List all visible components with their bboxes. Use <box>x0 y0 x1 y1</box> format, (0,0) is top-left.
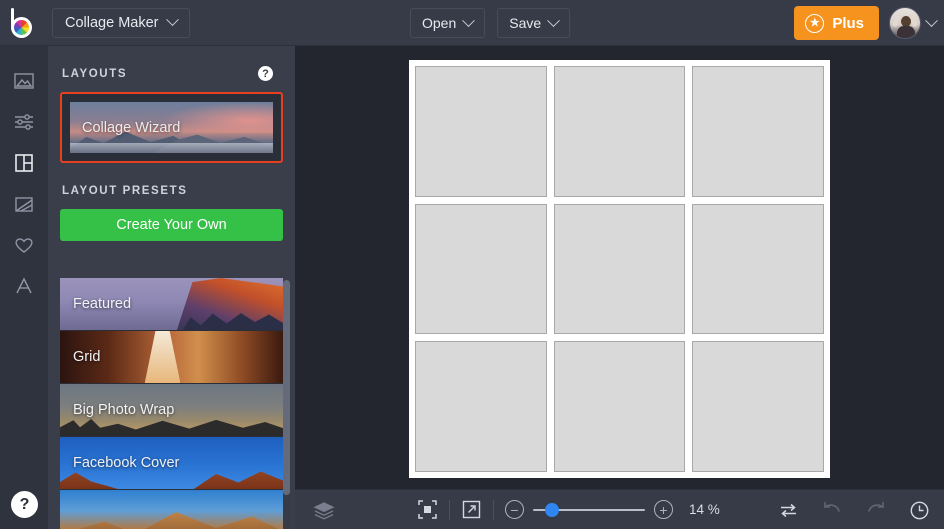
list-item[interactable]: Big Photo Wrap <box>60 384 283 437</box>
zoom-in-button[interactable]: + <box>654 500 673 519</box>
account-group: ★ Plus <box>794 0 936 46</box>
rail-item-text[interactable] <box>0 265 48 306</box>
history-button[interactable] <box>909 500 930 521</box>
help-question-icon[interactable]: ? <box>258 66 273 81</box>
help-button[interactable]: ? <box>11 491 38 518</box>
list-item[interactable]: Facebook Cover <box>60 437 283 490</box>
layouts-panel: LAYOUTS ? Collage Wizard LAYOUT PRESETS … <box>48 46 295 529</box>
app-logo[interactable] <box>0 0 46 46</box>
star-circle-icon: ★ <box>805 14 824 33</box>
fit-to-screen-button[interactable] <box>417 499 438 520</box>
create-your-own-wrap: Create Your Own <box>48 199 295 241</box>
chevron-down-icon <box>925 14 938 27</box>
open-button[interactable]: Open <box>410 8 485 38</box>
history-controls <box>778 490 930 529</box>
photo-cell[interactable] <box>554 66 686 197</box>
create-your-own-button[interactable]: Create Your Own <box>60 209 283 241</box>
photo-cell[interactable] <box>415 341 547 472</box>
preset-label: Grid <box>60 349 100 365</box>
photo-cell[interactable] <box>554 204 686 335</box>
preset-label: Featured <box>60 296 131 312</box>
panel-scrollbar-thumb[interactable] <box>283 280 290 495</box>
divider <box>449 500 450 520</box>
list-item[interactable]: Featured <box>60 278 283 331</box>
befunky-logo-icon <box>8 8 38 38</box>
rail-item-edit[interactable] <box>0 101 48 142</box>
zoom-slider-handle[interactable] <box>545 503 559 517</box>
top-bar: Collage Maker Open Save ★ Plus <box>0 0 944 46</box>
layers-button[interactable] <box>313 500 335 520</box>
collage-canvas[interactable] <box>409 60 830 478</box>
plus-label: Plus <box>832 15 864 32</box>
app-title-label: Collage Maker <box>65 15 159 31</box>
swap-button[interactable] <box>778 501 799 520</box>
zoom-controls: − + <box>505 500 673 519</box>
rail-item-favorites[interactable] <box>0 224 48 265</box>
layout-presets-title: LAYOUT PRESETS <box>62 185 188 197</box>
photo-cell[interactable] <box>554 341 686 472</box>
photo-cell[interactable] <box>692 204 824 335</box>
collage-wizard-label: Collage Wizard <box>70 120 180 136</box>
photo-cell[interactable] <box>415 66 547 197</box>
photo-cell[interactable] <box>415 204 547 335</box>
collage-wizard-thumbnail: Collage Wizard <box>70 102 273 153</box>
list-item[interactable]: Grid <box>60 331 283 384</box>
bottom-toolbar: − + 14 % <box>295 489 944 529</box>
file-menu-group: Open Save <box>410 8 570 38</box>
panel-scrollbar[interactable] <box>283 280 290 529</box>
layout-preset-list[interactable]: Featured Grid Big Photo Wrap Facebook Co… <box>60 278 283 529</box>
collage-maker-app: Collage Maker Open Save ★ Plus <box>0 0 944 529</box>
save-button[interactable]: Save <box>497 8 570 38</box>
rail-item-image[interactable] <box>0 60 48 101</box>
divider <box>493 500 494 520</box>
layouts-section-header: LAYOUTS ? <box>48 46 295 81</box>
preset-label: Big Photo Wrap <box>60 402 174 418</box>
zoom-out-button[interactable]: − <box>505 500 524 519</box>
layout-presets-header: LAYOUT PRESETS <box>48 163 295 199</box>
zoom-slider[interactable] <box>533 503 645 517</box>
open-label: Open <box>422 15 456 31</box>
preset-label: Facebook Cover <box>60 455 179 471</box>
page-title: LAYOUTS <box>62 68 127 80</box>
collage-wizard-item[interactable]: Collage Wizard <box>60 92 283 163</box>
plus-upgrade-button[interactable]: ★ Plus <box>794 6 879 40</box>
zoom-level-value: 14 % <box>689 502 729 517</box>
rail-item-layouts[interactable] <box>0 142 48 183</box>
canvas-stage <box>295 46 944 489</box>
chevron-down-icon <box>462 14 475 27</box>
list-item[interactable] <box>60 490 283 529</box>
chevron-down-icon <box>166 13 179 26</box>
photo-cell[interactable] <box>692 341 824 472</box>
account-menu[interactable] <box>889 7 936 39</box>
chevron-down-icon <box>547 14 560 27</box>
undo-button[interactable] <box>821 501 843 520</box>
expand-button[interactable] <box>461 499 482 520</box>
avatar <box>889 7 921 39</box>
save-label: Save <box>509 15 541 31</box>
rail-item-graphics[interactable] <box>0 183 48 224</box>
tool-rail: ? <box>0 46 48 529</box>
redo-button[interactable] <box>865 501 887 520</box>
app-title-dropdown[interactable]: Collage Maker <box>52 8 190 38</box>
photo-cell[interactable] <box>692 66 824 197</box>
